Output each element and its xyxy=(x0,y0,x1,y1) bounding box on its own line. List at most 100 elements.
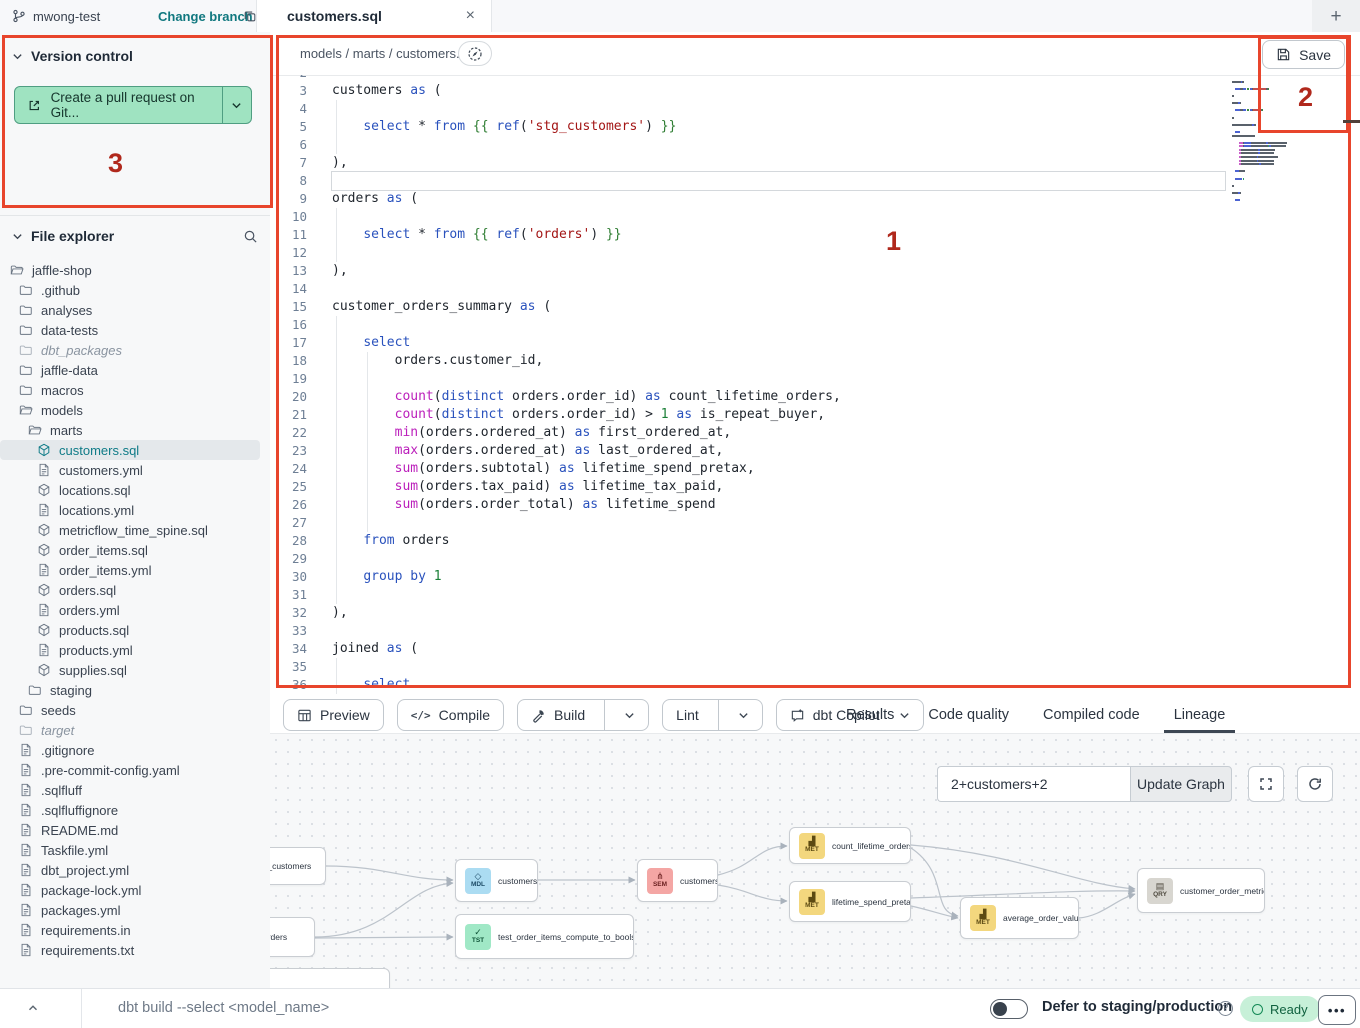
file-tree-item-dbt_packages[interactable]: dbt_packages xyxy=(0,340,270,360)
expand-command-bar-icon[interactable] xyxy=(26,1001,40,1015)
lint-dropdown-caret[interactable] xyxy=(727,710,749,721)
code-line-8[interactable]: 8 xyxy=(270,172,1360,190)
code-line-16[interactable]: 16 xyxy=(270,316,1360,334)
lineage-node-average_order_value[interactable]: ▟METaverage_order_value xyxy=(960,897,1079,939)
code-editor[interactable]: 23customers as (45 select * from {{ ref(… xyxy=(270,75,1360,697)
close-tab-icon[interactable]: × xyxy=(466,8,475,24)
search-icon[interactable] xyxy=(243,229,258,244)
new-tab-button[interactable]: + xyxy=(1330,7,1341,26)
tab-customers-sql[interactable]: customers.sql × xyxy=(256,0,492,32)
file-tree-item-supplies.sql[interactable]: supplies.sql xyxy=(0,660,270,680)
code-line-36[interactable]: 36 select xyxy=(270,676,1360,694)
file-tree-item-.sqlfluffignore[interactable]: .sqlfluffignore xyxy=(0,800,270,820)
file-tree-item-analyses[interactable]: analyses xyxy=(0,300,270,320)
code-line-5[interactable]: 5 select * from {{ ref('stg_customers') … xyxy=(270,118,1360,136)
code-line-18[interactable]: 18 orders.customer_id, xyxy=(270,352,1360,370)
refresh-button[interactable] xyxy=(1297,766,1333,802)
file-tree-item-metricflow_time_spine.sql[interactable]: metricflow_time_spine.sql xyxy=(0,520,270,540)
code-line-33[interactable]: 33 xyxy=(270,622,1360,640)
code-line-15[interactable]: 15customer_orders_summary as ( xyxy=(270,298,1360,316)
fullscreen-button[interactable] xyxy=(1248,766,1284,802)
panel-tab-results[interactable]: Results xyxy=(846,697,894,733)
create-pr-button[interactable]: Create a pull request on Git... xyxy=(14,86,252,124)
code-line-12[interactable]: 12 xyxy=(270,244,1360,262)
version-control-header[interactable]: Version control xyxy=(12,48,133,64)
branch-selector[interactable]: mwong-test xyxy=(12,0,100,32)
code-line-24[interactable]: 24 sum(orders.subtotal) as lifetime_spen… xyxy=(270,460,1360,478)
file-tree-item-requirements.txt[interactable]: requirements.txt xyxy=(0,940,270,960)
code-line-13[interactable]: 13), xyxy=(270,262,1360,280)
file-tree-item-products.sql[interactable]: products.sql xyxy=(0,620,270,640)
panel-tab-code-quality[interactable]: Code quality xyxy=(928,697,1009,733)
lineage-node-customers[interactable]: ⋔SEMcustomers xyxy=(637,859,718,902)
code-line-14[interactable]: 14 xyxy=(270,280,1360,298)
file-tree-item-data-tests[interactable]: data-tests xyxy=(0,320,270,340)
code-line-9[interactable]: 9orders as ( xyxy=(270,190,1360,208)
ready-status-badge[interactable]: Ready xyxy=(1240,996,1320,1022)
file-tree-item-dbt_project.yml[interactable]: dbt_project.yml xyxy=(0,860,270,880)
file-tree-item-products.yml[interactable]: products.yml xyxy=(0,640,270,660)
file-tree-item-locations.yml[interactable]: locations.yml xyxy=(0,500,270,520)
file-tree-item-orders.sql[interactable]: orders.sql xyxy=(0,580,270,600)
file-tree-item-.sqlfluff[interactable]: .sqlfluff xyxy=(0,780,270,800)
editor-minimap[interactable] xyxy=(1232,77,1316,204)
code-line-27[interactable]: 27 xyxy=(270,514,1360,532)
compile-button[interactable]: </> Compile xyxy=(397,699,504,731)
code-line-25[interactable]: 25 sum(orders.tax_paid) as lifetime_tax_… xyxy=(270,478,1360,496)
code-line-23[interactable]: 23 max(orders.ordered_at) as last_ordere… xyxy=(270,442,1360,460)
code-line-26[interactable]: 26 sum(orders.order_total) as lifetime_s… xyxy=(270,496,1360,514)
file-tree-item-customers.sql[interactable]: customers.sql xyxy=(0,440,260,460)
code-line-11[interactable]: 11 select * from {{ ref('orders') }} xyxy=(270,226,1360,244)
command-input[interactable]: dbt build --select <model_name> xyxy=(118,1000,329,1016)
code-line-19[interactable]: 19 xyxy=(270,370,1360,388)
code-line-10[interactable]: 10 xyxy=(270,208,1360,226)
code-line-29[interactable]: 29 xyxy=(270,550,1360,568)
pr-dropdown-caret[interactable] xyxy=(223,87,251,123)
file-tree-item-order_items.sql[interactable]: order_items.sql xyxy=(0,540,270,560)
code-line-7[interactable]: 7), xyxy=(270,154,1360,172)
lineage-node-partial[interactable] xyxy=(270,968,390,989)
code-line-21[interactable]: 21 count(distinct orders.order_id) > 1 a… xyxy=(270,406,1360,424)
code-line-35[interactable]: 35 xyxy=(270,658,1360,676)
file-tree-item-.github[interactable]: .github xyxy=(0,280,270,300)
lineage-node-lifetime_spend_pretax[interactable]: ▟METlifetime_spend_pretax xyxy=(789,881,911,922)
more-options-button[interactable]: ••• xyxy=(1318,995,1356,1025)
file-tree-item-locations.sql[interactable]: locations.sql xyxy=(0,480,270,500)
panel-tab-lineage[interactable]: Lineage xyxy=(1174,697,1226,733)
file-tree-item-package-lock.yml[interactable]: package-lock.yml xyxy=(0,880,270,900)
code-line-22[interactable]: 22 min(orders.ordered_at) as first_order… xyxy=(270,424,1360,442)
lineage-node-test_order_items_compute_to_bools[interactable]: ✓TSTtest_order_items_compute_to_bools... xyxy=(455,914,634,959)
help-icon[interactable]: ? xyxy=(1218,1001,1233,1016)
defer-toggle[interactable] xyxy=(990,999,1028,1019)
file-tree-item-models[interactable]: models xyxy=(0,400,270,420)
lineage-node-orders[interactable]: orders xyxy=(270,917,315,957)
file-tree-item-README.md[interactable]: README.md xyxy=(0,820,270,840)
code-line-6[interactable]: 6 xyxy=(270,136,1360,154)
file-tree-item-requirements.in[interactable]: requirements.in xyxy=(0,920,270,940)
code-line-28[interactable]: 28 from orders xyxy=(270,532,1360,550)
code-line-3[interactable]: 3customers as ( xyxy=(270,82,1360,100)
file-tree-item-.pre-commit-config.yaml[interactable]: .pre-commit-config.yaml xyxy=(0,760,270,780)
file-tree-item-seeds[interactable]: seeds xyxy=(0,700,270,720)
code-line-34[interactable]: 34joined as ( xyxy=(270,640,1360,658)
code-line-31[interactable]: 31 xyxy=(270,586,1360,604)
build-button[interactable]: Build xyxy=(517,699,649,731)
file-tree-item-jaffle-data[interactable]: jaffle-data xyxy=(0,360,270,380)
file-tree-item-jaffle-shop[interactable]: jaffle-shop xyxy=(0,260,270,280)
code-line-20[interactable]: 20 count(distinct orders.order_id) as co… xyxy=(270,388,1360,406)
lineage-selector-input[interactable] xyxy=(937,766,1130,802)
file-tree-item-orders.yml[interactable]: orders.yml xyxy=(0,600,270,620)
file-tree-item-.gitignore[interactable]: .gitignore xyxy=(0,740,270,760)
code-line-30[interactable]: 30 group by 1 xyxy=(270,568,1360,586)
preview-button[interactable]: Preview xyxy=(283,699,384,731)
lineage-node-count_lifetime_orders[interactable]: ▟METcount_lifetime_orders xyxy=(789,827,911,864)
file-tree-item-target[interactable]: target xyxy=(0,720,270,740)
file-tree-item-marts[interactable]: marts xyxy=(0,420,270,440)
file-tree-item-staging[interactable]: staging xyxy=(0,680,270,700)
panel-tab-compiled-code[interactable]: Compiled code xyxy=(1043,697,1140,733)
lineage-node-stg_customers[interactable]: stg_customers xyxy=(270,847,326,885)
change-branch-link[interactable]: Change branch xyxy=(158,0,253,32)
build-dropdown-caret[interactable] xyxy=(613,710,635,721)
lineage-node-customer_order_metrics[interactable]: ▤QRYcustomer_order_metrics xyxy=(1137,868,1265,913)
lineage-node-customers[interactable]: ◇MDLcustomers xyxy=(455,859,538,902)
